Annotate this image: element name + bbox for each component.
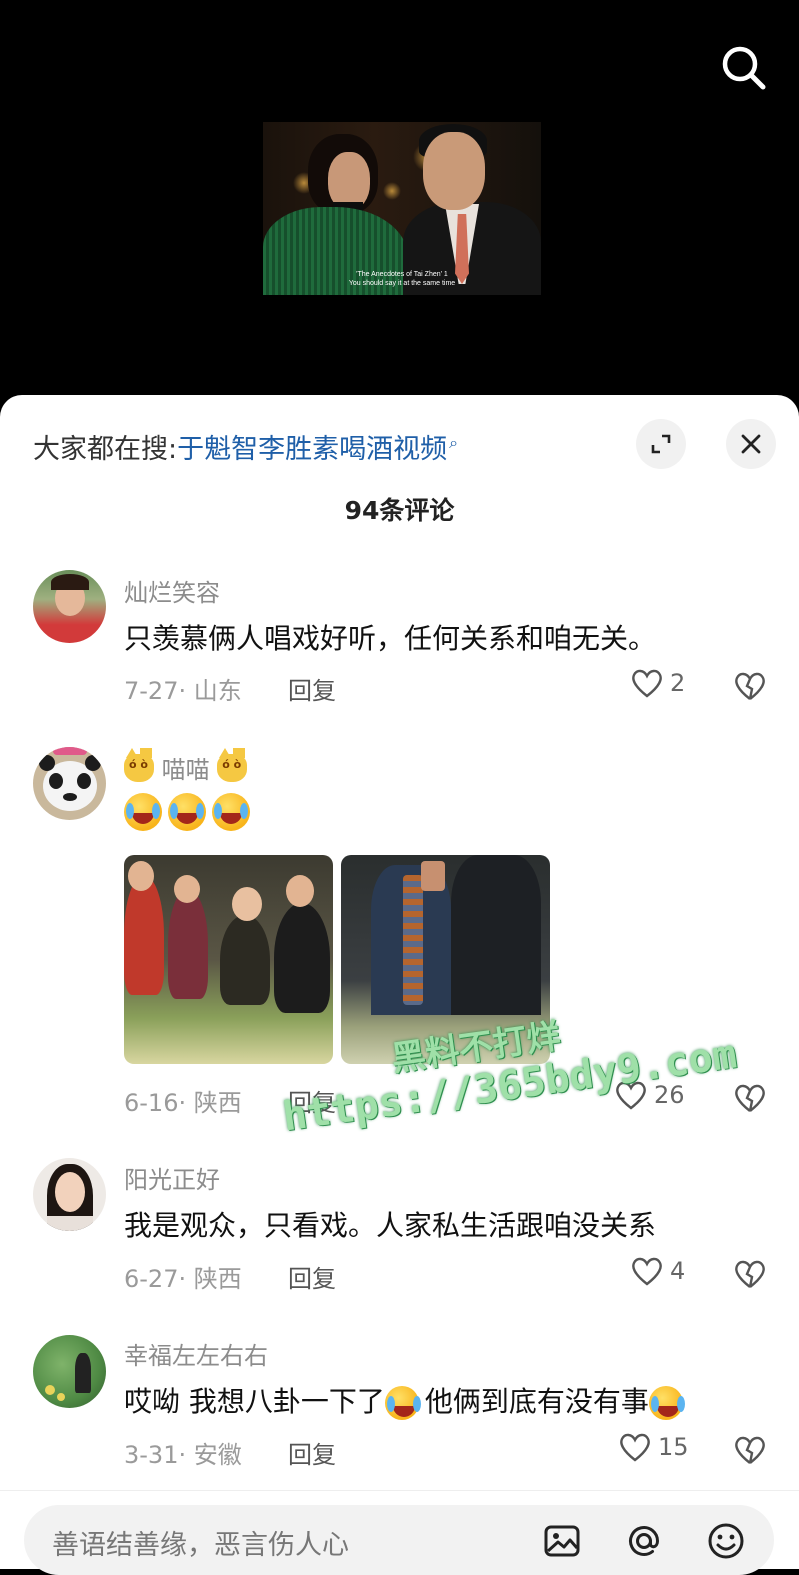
heart-icon (632, 669, 662, 698)
avatar[interactable] (33, 1158, 106, 1231)
video-frame[interactable]: 'The Anecdotes of Tai Zhen' 1 You should… (263, 122, 541, 295)
broken-heart-icon[interactable] (733, 1433, 767, 1467)
broken-heart-icon[interactable] (733, 669, 767, 703)
comment-input-bar: 善语结善缘，恶言伤人心 (0, 1490, 799, 1575)
comment-input-placeholder: 善语结善缘，恶言伤人心 (52, 1530, 349, 1561)
like-button[interactable]: 2 (630, 667, 685, 699)
comment-text-part-2: 他俩到底有没有事 (424, 1385, 649, 1418)
comment-input[interactable]: 善语结善缘，恶言伤人心 (24, 1505, 774, 1575)
emoji-icon[interactable] (706, 1521, 746, 1561)
expand-button[interactable] (636, 419, 686, 469)
heart-icon (632, 1257, 662, 1286)
like-count: 15 (658, 1433, 689, 1461)
video-subtitle-line-2: You should say it at the same time (348, 280, 456, 287)
comment-text: 我是观众，只看戏。人家私生活跟咱没关系 (124, 1209, 657, 1242)
comment-text-part-1: 哎呦 我想八卦一下了 (124, 1385, 385, 1418)
broken-heart-icon[interactable] (733, 1081, 767, 1115)
close-button[interactable] (726, 419, 776, 469)
cat-emoji-icon (124, 747, 154, 782)
like-count: 2 (670, 669, 686, 697)
image-icon[interactable] (542, 1521, 582, 1561)
reply-button[interactable]: 回复 (288, 1435, 336, 1470)
comment-username-row[interactable]: 喵喵 (124, 747, 248, 785)
comment-text: 只羡慕俩人唱戏好听，任何关系和咱无关。 (124, 622, 657, 655)
laughing-crying-emoji-icon (648, 1386, 683, 1420)
avatar[interactable] (33, 570, 106, 643)
comment-username[interactable]: 幸福左左右右 (124, 1336, 268, 1371)
like-count: 4 (670, 1257, 686, 1285)
expand-icon (651, 434, 671, 454)
laughing-crying-emoji-icon (384, 1386, 419, 1420)
comment-username[interactable]: 阳光正好 (124, 1160, 220, 1195)
comment-date-location: 7-27· 山东 (124, 677, 242, 705)
avatar[interactable] (33, 1335, 106, 1408)
laughing-crying-emoji-icon (124, 793, 162, 831)
trending-search[interactable]: 大家都在搜:于魁智李胜素喝酒视频 ⌕ (33, 423, 458, 470)
cat-emoji-icon (217, 747, 248, 782)
small-search-icon: ⌕ (449, 433, 459, 452)
avatar[interactable] (33, 747, 106, 820)
search-icon (722, 46, 766, 90)
comment-photo-1[interactable] (124, 855, 333, 1064)
heart-icon (620, 1433, 650, 1462)
reply-button[interactable]: 回复 (288, 1259, 336, 1294)
laughing-crying-emoji-icon (212, 793, 250, 831)
trending-keyword-link[interactable]: 于魁智李胜素喝酒视频 (177, 434, 447, 465)
video-player[interactable]: 'The Anecdotes of Tai Zhen' 1 You should… (0, 0, 799, 400)
video-subtitle-line-1: 'The Anecdotes of Tai Zhen' 1 (356, 271, 448, 278)
comment-username: 喵喵 (161, 756, 210, 784)
reply-button[interactable]: 回复 (288, 671, 336, 706)
laughing-crying-emoji-icon (168, 793, 206, 831)
like-button[interactable]: 4 (630, 1255, 685, 1287)
comments-sheet: 大家都在搜:于魁智李胜素喝酒视频 ⌕ 94条评论 灿烂笑容 只羡慕俩人唱戏好听，任… (0, 395, 799, 1568)
comment-date-location: 6-16· 陕西 (124, 1089, 242, 1117)
comment-text: 哎呦 我想八卦一下了 他俩到底有没有事 (124, 1380, 689, 1420)
comment-date-location: 6-27· 陕西 (124, 1265, 242, 1293)
trending-label: 大家都在搜: (33, 434, 178, 465)
comment-emoji-row (124, 793, 256, 831)
at-icon[interactable] (624, 1521, 664, 1561)
comment-count-title: 94条评论 (344, 496, 455, 525)
comment-date-location: 3-31· 安徽 (124, 1441, 242, 1469)
search-button[interactable] (716, 40, 772, 96)
broken-heart-icon[interactable] (733, 1257, 767, 1291)
comment-username[interactable]: 灿烂笑容 (124, 573, 220, 608)
close-icon (741, 434, 761, 454)
like-button[interactable]: 15 (618, 1431, 689, 1463)
